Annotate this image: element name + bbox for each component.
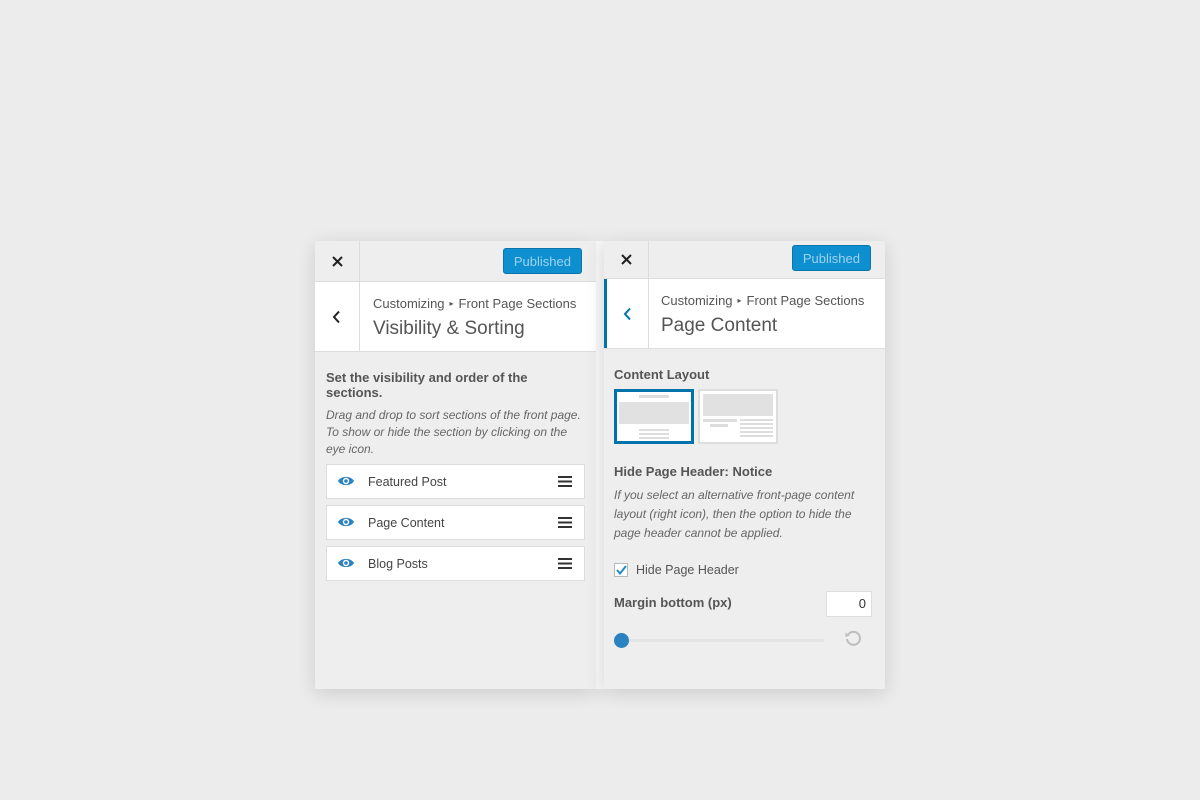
drag-handle-icon[interactable] — [558, 558, 572, 569]
eye-icon[interactable] — [337, 557, 355, 569]
panel-topbar: Published — [315, 241, 596, 282]
close-icon — [620, 254, 632, 265]
margin-bottom-input[interactable]: 0 — [826, 591, 872, 617]
sortable-item-label: Page Content — [368, 516, 445, 530]
description-text: Drag and drop to sort sections of the fr… — [326, 408, 581, 456]
eye-icon[interactable] — [337, 516, 355, 528]
slider-track[interactable] — [616, 639, 824, 642]
customizer-panel-page-content: Published Customizing ▸ Front Page Section… — [604, 241, 885, 689]
panel-title: Page Content — [661, 315, 778, 336]
slider-thumb[interactable] — [614, 633, 629, 648]
margin-bottom-slider[interactable] — [614, 629, 872, 653]
breadcrumb-section: Front Page Sections — [746, 293, 865, 308]
notice-text: If you select an alternative front-page … — [614, 488, 855, 540]
layout-options — [614, 389, 872, 444]
drag-handle-icon[interactable] — [558, 517, 572, 528]
eye-icon[interactable] — [337, 475, 355, 487]
breadcrumb: Customizing ▸ Front Page Sections — [661, 293, 864, 308]
panel-topbar: Published — [604, 241, 885, 279]
margin-bottom-label: Margin bottom (px) — [614, 595, 732, 610]
panel-header: Customizing ▸ Front Page Sections Page Con… — [604, 279, 885, 349]
full-width-layout-icon — [619, 395, 689, 439]
customizer-panel-visibility-sorting: Published Customizing ▸ Front Page Section… — [315, 241, 596, 689]
chevron-left-icon — [332, 310, 340, 323]
sortable-item-label: Blog Posts — [368, 557, 428, 571]
breadcrumb-arrow-icon: ▸ — [449, 299, 454, 308]
description-title: Set the visibility and order of the sect… — [326, 370, 528, 400]
sortable-section-list: Featured Post Page Content Blog Posts — [326, 464, 585, 581]
layout-option-sidebar[interactable] — [698, 389, 778, 444]
breadcrumb-root: Customizing — [373, 296, 445, 311]
sortable-item-featured-post[interactable]: Featured Post — [326, 464, 585, 499]
close-icon — [331, 255, 343, 267]
sortable-item-label: Featured Post — [368, 475, 447, 489]
publish-button[interactable]: Published — [502, 248, 582, 274]
chevron-left-icon — [623, 307, 631, 320]
content-layout-label: Content Layout — [614, 367, 710, 382]
panel-title: Visibility & Sorting — [373, 318, 525, 339]
breadcrumb-section: Front Page Sections — [458, 296, 577, 311]
close-button[interactable] — [604, 241, 649, 278]
sortable-item-blog-posts[interactable]: Blog Posts — [326, 546, 585, 581]
back-button[interactable] — [315, 282, 360, 351]
breadcrumb-arrow-icon: ▸ — [737, 296, 742, 305]
close-button[interactable] — [315, 241, 360, 281]
hide-page-header-checkbox[interactable] — [614, 563, 628, 577]
panel-content: Content Layout Hide Page Header: Notice … — [604, 367, 885, 653]
panel-content: Set the visibility and order of the sect… — [315, 370, 596, 581]
panel-divider — [596, 241, 604, 689]
breadcrumb: Customizing ▸ Front Page Sections — [373, 296, 576, 311]
margin-bottom-row: Margin bottom (px) 0 — [614, 591, 872, 621]
hide-page-header-row: Hide Page Header — [614, 563, 872, 577]
reset-icon[interactable] — [844, 630, 862, 648]
sortable-item-page-content[interactable]: Page Content — [326, 505, 585, 540]
drag-handle-icon[interactable] — [558, 476, 572, 487]
publish-button[interactable]: Published — [791, 245, 871, 271]
notice-title: Hide Page Header: Notice — [614, 464, 773, 479]
hide-page-header-label: Hide Page Header — [636, 563, 739, 577]
layout-option-full-width[interactable] — [614, 389, 694, 444]
back-button[interactable] — [604, 279, 649, 348]
checkmark-icon — [615, 565, 627, 575]
breadcrumb-root: Customizing — [661, 293, 733, 308]
sidebar-layout-icon — [703, 394, 773, 437]
panel-header: Customizing ▸ Front Page Sections Visibili… — [315, 282, 596, 352]
